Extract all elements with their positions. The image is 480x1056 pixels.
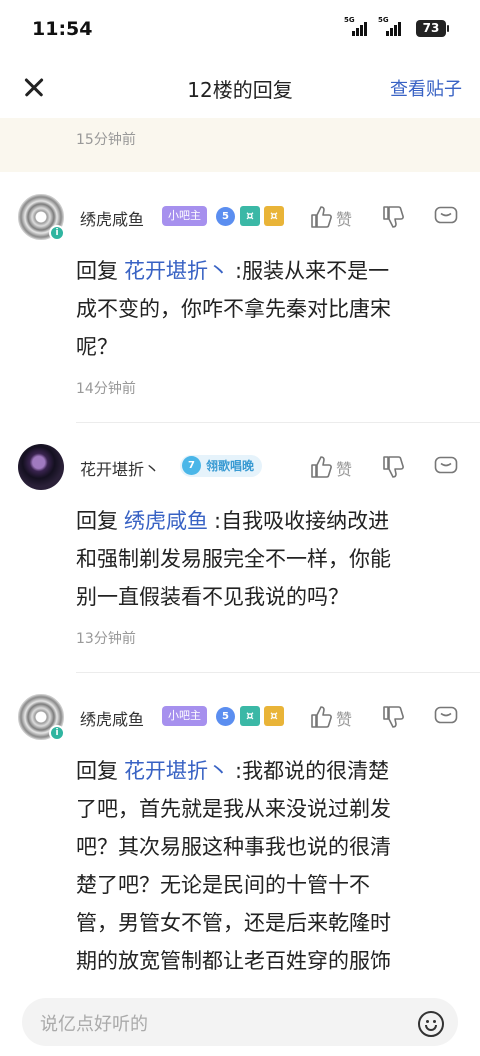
comment-placeholder: 说亿点好听的 (40, 1014, 148, 1035)
avatar[interactable]: i (18, 694, 65, 741)
username[interactable]: 绣虎咸鱼 (80, 206, 144, 230)
previous-reply-time: 15分钟前 (76, 132, 136, 148)
emoji-icon[interactable] (418, 1011, 444, 1037)
comment-icon[interactable] (434, 206, 458, 228)
verified-badge-icon: i (49, 725, 65, 741)
honor-badge-icon: ¤ (240, 706, 260, 726)
level-badge: 7 (182, 456, 201, 475)
content-line: 成不变的，你咋不拿先秦对比唐宋 (76, 297, 391, 321)
like-label: 赞 (336, 710, 353, 729)
reply-prefix: 回复 (76, 509, 118, 533)
reply-content: 回复 花开堪折丶:我都说的很清楚 了吧，首先就是我从来没说过剃发 吧？其次易服这种… (76, 752, 466, 980)
like-button[interactable]: 赞 (310, 704, 360, 730)
content-line: 管，男管女不管，还是后来乾隆时 (76, 911, 391, 935)
verified-badge-icon: i (49, 225, 65, 241)
content-line: 呢？ (76, 335, 118, 359)
level-badge: 5 (216, 207, 235, 226)
content-text: :服装从来不是一 (235, 259, 390, 283)
avatar[interactable]: i (18, 194, 65, 241)
thumbs-down-icon[interactable] (382, 705, 404, 729)
content-line: 吧？其次易服这种事我也说的很清 (76, 835, 391, 859)
thumbs-down-icon[interactable] (382, 205, 404, 229)
title-badge-label: 翎歌唱晚 (206, 459, 255, 473)
content-text: :自我吸收接纳改进 (214, 509, 390, 533)
title-badge: 7 翎歌唱晚 (180, 455, 263, 477)
view-post-link[interactable]: 查看贴子 (390, 75, 462, 101)
reply-content: 回复 花开堪折丶:服装从来不是一 成不变的，你咋不拿先秦对比唐宋 呢？ (76, 252, 466, 366)
content-line: 回复 花开堪折丶:我都说的很清楚 (76, 752, 466, 790)
mention-link[interactable]: 花开堪折丶 (124, 759, 229, 783)
status-time: 11:54 (32, 18, 93, 40)
thumbs-up-icon (311, 456, 332, 478)
content-line: 回复 绣虎咸鱼:自我吸收接纳改进 (76, 502, 466, 540)
reply-prefix: 回复 (76, 259, 118, 283)
like-button[interactable]: 赞 (310, 204, 360, 230)
reply-prefix: 回复 (76, 759, 118, 783)
honor-badge-icon: ¤ (264, 706, 284, 726)
previous-reply-strip: 15分钟前 (0, 118, 480, 172)
reply-item: i 绣虎咸鱼 小吧主 5 ¤ ¤ 赞 回复 花开堪折丶:我都说的很清楚 了吧，首先… (0, 672, 480, 990)
honor-badge-icon: ¤ (240, 206, 260, 226)
content-line: 期的放宽管制都让老百姓穿的服饰 (76, 949, 391, 973)
comment-input[interactable]: 说亿点好听的 (22, 998, 458, 1046)
like-label: 赞 (336, 460, 353, 479)
comment-bar: 说亿点好听的 (0, 990, 480, 1056)
content-line: 了吧，首先就是我从来没说过剃发 (76, 797, 391, 821)
mention-link[interactable]: 绣虎咸鱼 (124, 509, 208, 533)
reply-time: 14分钟前 (76, 381, 136, 397)
reply-item: i 绣虎咸鱼 小吧主 5 ¤ ¤ 赞 回复 花开堪折丶:服装从来不是一 成不变的，… (0, 172, 480, 423)
content-line: 楚了吧？无论是民间的十管十不 (76, 873, 370, 897)
reply-content: 回复 绣虎咸鱼:自我吸收接纳改进 和强制剃发易服完全不一样，你能 别一直假装看不见… (76, 502, 466, 616)
like-button[interactable]: 赞 (310, 454, 360, 480)
username[interactable]: 绣虎咸鱼 (80, 706, 144, 730)
username[interactable]: 花开堪折丶 (80, 456, 160, 480)
battery-indicator: 73 (416, 20, 449, 37)
reply-item: 花开堪折丶 7 翎歌唱晚 赞 回复 绣虎咸鱼:自我吸收接纳改进 和强制剃发易服完全… (0, 422, 480, 673)
level-badge: 5 (216, 707, 235, 726)
content-line: 别一直假装看不见我说的吗？ (76, 585, 349, 609)
thumbs-down-icon[interactable] (382, 455, 404, 479)
content-line: 和强制剃发易服完全不一样，你能 (76, 547, 391, 571)
thumbs-up-icon (311, 206, 332, 228)
mention-link[interactable]: 花开堪折丶 (124, 259, 229, 283)
content-line: 回复 花开堪折丶:服装从来不是一 (76, 252, 466, 290)
honor-badge-icon: ¤ (264, 206, 284, 226)
role-tag: 小吧主 (162, 706, 207, 726)
status-bar: 11:54 5G 5G 73 (0, 0, 480, 58)
reply-time: 13分钟前 (76, 631, 136, 647)
avatar[interactable] (18, 444, 64, 490)
comment-icon[interactable] (434, 456, 458, 478)
thumbs-up-icon (311, 706, 332, 728)
content-text: :我都说的很清楚 (235, 759, 390, 783)
role-tag: 小吧主 (162, 206, 207, 226)
comment-icon[interactable] (434, 706, 458, 728)
header: 12楼的回复 查看贴子 (0, 58, 480, 118)
like-label: 赞 (336, 210, 353, 229)
